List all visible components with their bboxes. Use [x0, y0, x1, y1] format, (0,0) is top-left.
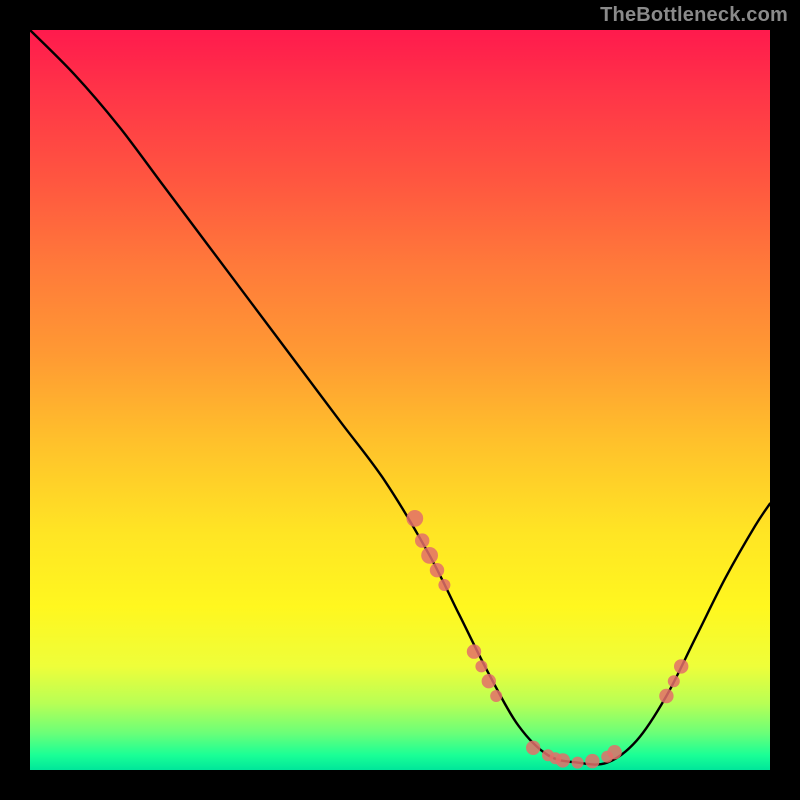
curve-marker — [438, 579, 450, 591]
curve-marker — [659, 689, 673, 703]
curve-marker — [415, 533, 429, 547]
chart-frame: TheBottleneck.com — [0, 0, 800, 800]
watermark-text: TheBottleneck.com — [600, 4, 788, 27]
curve-marker — [430, 563, 444, 577]
curve-marker — [482, 674, 496, 688]
curve-marker — [526, 741, 540, 755]
curve-marker — [475, 660, 487, 672]
curve-marker — [406, 510, 423, 527]
plot-area — [30, 30, 770, 770]
curve-marker — [668, 675, 680, 687]
curve-marker — [467, 644, 481, 658]
curve-marker — [421, 547, 438, 564]
curve-marker — [674, 659, 688, 673]
curve-marker — [585, 754, 599, 768]
curve-marker — [556, 753, 570, 767]
curve-marker — [607, 745, 621, 759]
curve-marker — [572, 757, 584, 769]
bottleneck-curve-svg — [30, 30, 770, 770]
curve-marker — [490, 690, 502, 702]
bottleneck-curve — [30, 30, 770, 765]
